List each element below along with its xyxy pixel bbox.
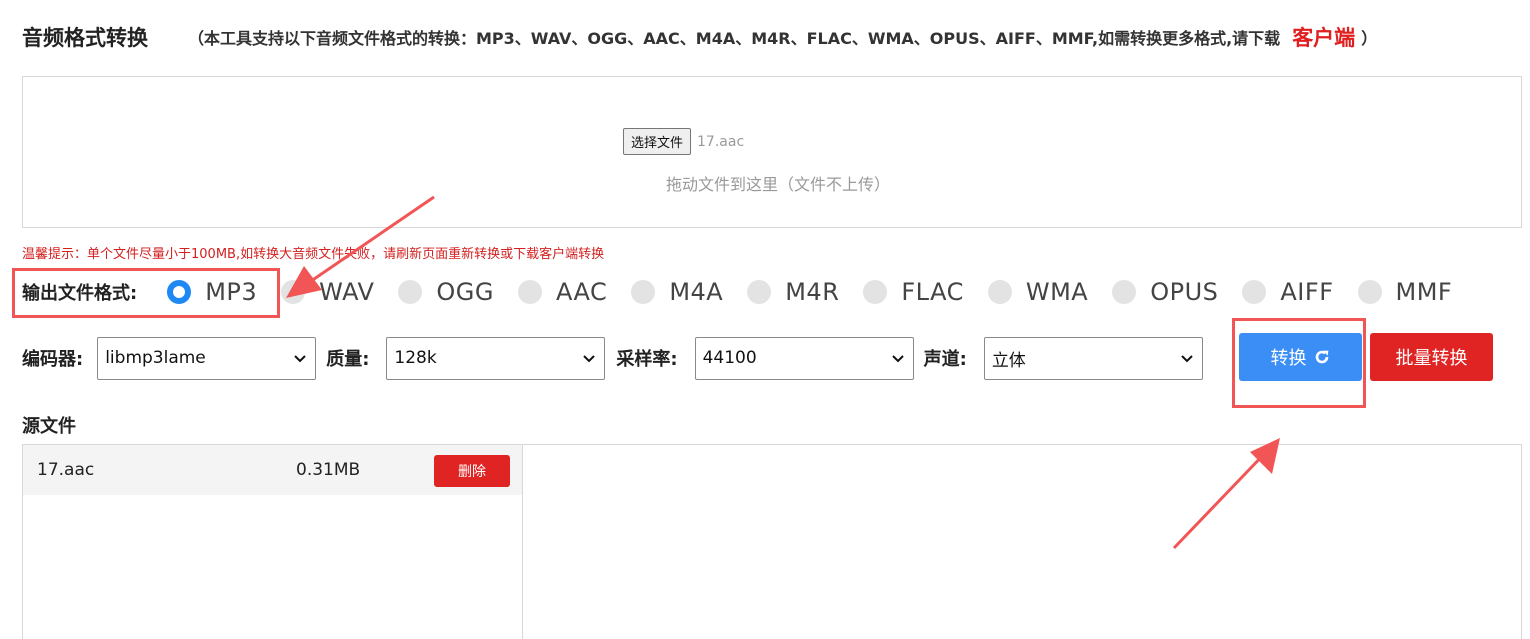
arrow-to-format-icon — [286, 195, 435, 298]
annotation-arrows — [286, 195, 1280, 550]
arrow-to-convert-icon — [1172, 438, 1280, 550]
